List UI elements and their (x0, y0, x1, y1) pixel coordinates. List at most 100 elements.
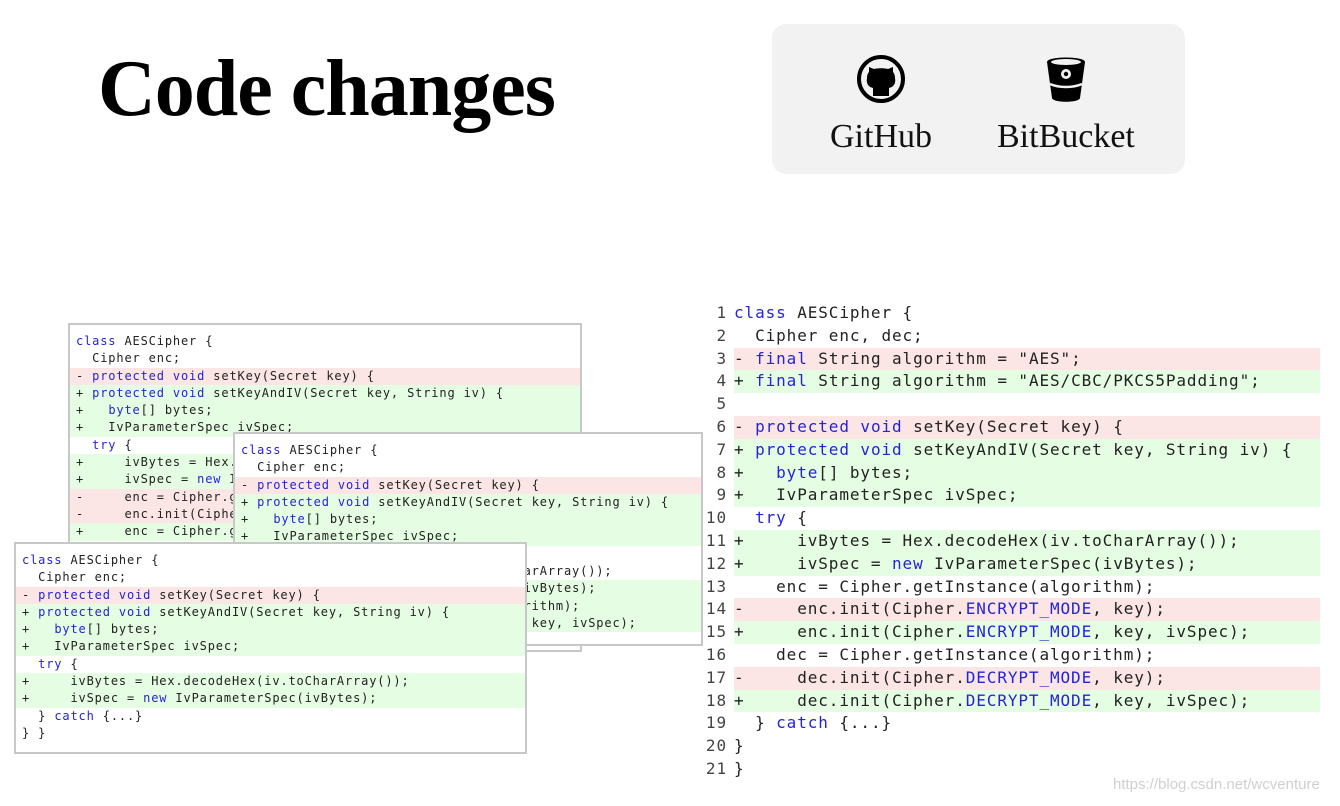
code-text: Cipher enc; (76, 351, 181, 366)
code-text: + ivBytes = Hex.decodeHex(iv.toCharArray… (22, 674, 410, 689)
diff-line: Cipher enc; (16, 569, 525, 586)
code-text: { (62, 656, 79, 671)
code-keyword: DECRYPT_MODE (965, 667, 1093, 687)
diff-line: + ivBytes = Hex.decodeHex(iv.toCharArray… (16, 673, 525, 691)
code-keyword: catch (54, 708, 95, 723)
code-text: - (734, 348, 756, 368)
line-content: } catch {...} (734, 712, 1320, 735)
line-content: - protected void setKey(Secret key) { (734, 415, 1320, 439)
code-text: } (22, 708, 55, 723)
diff-line: 20} (700, 735, 1320, 758)
line-content: } (734, 735, 1320, 758)
line-content: - enc.init(Cipher.ENCRYPT_MODE, key); (734, 598, 1320, 622)
line-number: 2 (716, 325, 727, 345)
code-text: setKeyAndIV(Secret key, String iv) { (902, 439, 1293, 459)
line-content: dec = Cipher.getInstance(algorithm); (734, 644, 1320, 667)
code-text: - (241, 477, 258, 492)
diff-line: class AESCipher { (235, 442, 701, 459)
diff-line: try { (16, 656, 525, 673)
line-content: + final String algorithm = "AES/CBC/PKCS… (734, 370, 1320, 394)
code-keyword: void (172, 385, 206, 400)
diff-line: 5 (700, 393, 1320, 416)
code-keyword: ENCRYPT_MODE (965, 622, 1093, 642)
code-text: + ivBytes = Hex.decodeHex(iv.toCharArray… (734, 530, 1240, 550)
code-text: { (786, 508, 808, 528)
diff-line: - protected void setKey(Secret key) { (70, 367, 580, 385)
code-text: - (734, 416, 756, 436)
diff-line: 17 - dec.init(Cipher.DECRYPT_MODE, key); (700, 666, 1320, 690)
bitbucket-icon (1046, 57, 1085, 102)
code-text: [] bytes; (140, 403, 214, 418)
line-content: + dec.init(Cipher.DECRYPT_MODE, key, ivS… (734, 689, 1320, 713)
code-text: , key); (1092, 667, 1166, 687)
diff-line: + protected void setKeyAndIV(Secret key,… (235, 493, 701, 512)
line-number: 16 (705, 644, 727, 664)
code-keyword: byte (108, 403, 141, 418)
line-number: 18 (705, 690, 727, 710)
code-text: + IvParameterSpec ivSpec; (734, 485, 1019, 505)
code-text: + (734, 462, 777, 482)
diff-line: 12 + ivSpec = new IvParameterSpec(ivBytes… (700, 552, 1320, 576)
code-text: IvParameterSpec(ivBytes); (923, 553, 1198, 573)
code-keyword: void (118, 587, 152, 602)
code-keyword: byte (54, 622, 87, 637)
line-number: 9 (716, 485, 727, 505)
code-text: , key, ivSpec); (1092, 690, 1251, 710)
code-keyword: void (860, 439, 903, 459)
code-keyword: class (76, 334, 117, 348)
code-text: Cipher enc; (22, 570, 127, 585)
code-text: Cipher enc, dec; (734, 325, 924, 345)
code-keyword: new (143, 691, 168, 706)
bitbucket-link[interactable]: BitBucket (997, 54, 1135, 156)
code-text: AESCipher { (116, 334, 214, 348)
code-text: setKey(Secret key) { (902, 416, 1124, 436)
code-keyword: byte (273, 512, 306, 527)
diff-card-version-3: class AESCipher { Cipher enc; - protected… (14, 542, 527, 754)
line-content: class AESCipher { (734, 302, 1320, 325)
code-keyword: byte (776, 462, 819, 482)
code-text: AESCipher { (281, 443, 379, 457)
code-text: + (22, 622, 55, 637)
diff-line: class AESCipher { (16, 552, 525, 569)
code-keyword: void (860, 416, 903, 436)
diff-line: 9 + IvParameterSpec ivSpec; (700, 484, 1320, 508)
code-text: setKeyAndIV(Secret key, String iv) { (151, 604, 450, 619)
line-content: try { (734, 507, 1320, 530)
line-number: 3 (716, 348, 727, 368)
diff-line: + IvParameterSpec ivSpec; (16, 638, 525, 656)
code-text: - (22, 587, 39, 602)
code-keyword: void (118, 604, 152, 619)
diff-line: 6 - protected void setKey(Secret key) { (700, 415, 1320, 439)
line-content: - final String algorithm = "AES"; (734, 347, 1320, 371)
diff-line: + byte[] bytes; (235, 511, 701, 529)
code-text: [] bytes; (818, 462, 914, 482)
code-text: , key, ivSpec); (515, 615, 637, 630)
code-keyword: DECRYPT_MODE (965, 690, 1093, 710)
code-text: String algorithm = "AES/CBC/PKCS5Padding… (807, 371, 1261, 391)
main-diff-view: 1 class AESCipher {2 Cipher enc, dec; 3- f… (700, 302, 1320, 781)
code-keyword: catch (776, 713, 829, 733)
diff-line: 4 + final String algorithm = "AES/CBC/PKC… (700, 370, 1320, 394)
line-content: Cipher enc, dec; (734, 325, 1320, 348)
line-content: enc = Cipher.getInstance(algorithm); (734, 576, 1320, 599)
diff-line: 7 + protected void setKeyAndIV(Secret key… (700, 438, 1320, 462)
code-text: + IvParameterSpec ivSpec; (22, 639, 241, 654)
code-keyword: void (337, 494, 371, 509)
line-content: + byte[] bytes; (734, 461, 1320, 485)
diff-line: 18 + dec.init(Cipher.DECRYPT_MODE, key, i… (700, 689, 1320, 713)
code-text: {...} (828, 713, 893, 733)
code-keyword: protected (38, 587, 111, 602)
line-number: 20 (705, 736, 727, 756)
code-keyword: protected (38, 604, 111, 619)
code-keyword: protected (755, 439, 850, 459)
code-text: + (22, 604, 39, 619)
github-link[interactable]: GitHub (830, 54, 932, 156)
code-text: AESCipher { (62, 553, 160, 567)
code-text: [] bytes; (86, 622, 160, 637)
code-text: setKey(Secret key) { (370, 477, 540, 492)
line-number: 15 (705, 622, 727, 642)
line-content: + protected void setKeyAndIV(Secret key,… (734, 438, 1320, 462)
line-number: 6 (716, 416, 727, 436)
